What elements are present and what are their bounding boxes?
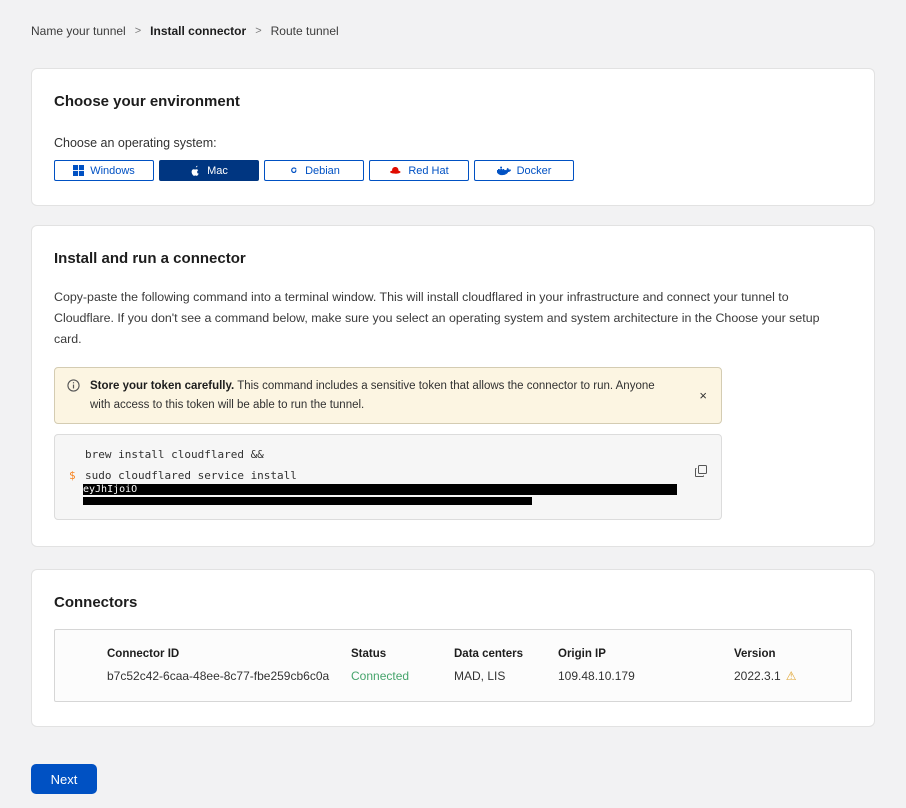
os-select-label: Choose an operating system: <box>54 136 852 150</box>
connectors-table: Connector ID Status Data centers Origin … <box>54 629 852 702</box>
install-card: Install and run a connector Copy-paste t… <box>31 225 875 547</box>
os-button-label: Debian <box>305 165 340 177</box>
breadcrumb-separator: > <box>135 25 141 37</box>
page: Name your tunnel > Install connector > R… <box>0 0 906 808</box>
connectors-card-title: Connectors <box>54 594 852 611</box>
cell-origin-ip: 109.48.10.179 <box>558 669 734 683</box>
header-status: Status <box>351 648 454 660</box>
status-badge: Connected <box>351 669 454 683</box>
breadcrumb: Name your tunnel > Install connector > R… <box>31 0 875 38</box>
redhat-icon <box>389 166 402 175</box>
windows-icon <box>73 165 84 176</box>
warning-text-bold: Store your token carefully. <box>90 380 234 392</box>
token-redacted-bar <box>83 497 532 505</box>
next-button[interactable]: Next <box>31 764 97 794</box>
cell-version: 2022.3.1 ⚠ <box>734 669 839 683</box>
code-line-1: brew install cloudflared && <box>69 447 687 462</box>
breadcrumb-separator: > <box>255 25 261 37</box>
code-line-2-text: sudo cloudflared service install <box>85 468 297 483</box>
apple-icon <box>190 164 201 177</box>
connectors-card: Connectors Connector ID Status Data cent… <box>31 569 875 727</box>
token-warning-banner: Store your token carefully. This command… <box>54 367 722 424</box>
os-button-label: Windows <box>90 165 135 177</box>
os-button-group: Windows Mac Debian Red Hat <box>54 160 852 181</box>
debian-icon <box>288 165 299 176</box>
code-line-2: $ sudo cloudflared service install <box>69 468 687 483</box>
header-data-centers: Data centers <box>454 648 558 660</box>
close-icon[interactable]: × <box>697 387 709 404</box>
environment-card-title: Choose your environment <box>54 93 852 110</box>
breadcrumb-step-install-connector: Install connector <box>150 24 246 38</box>
os-button-mac[interactable]: Mac <box>159 160 259 181</box>
header-origin-ip: Origin IP <box>558 648 734 660</box>
os-button-docker[interactable]: Docker <box>474 160 574 181</box>
os-button-redhat[interactable]: Red Hat <box>369 160 469 181</box>
cell-connector-id: b7c52c42-6caa-48ee-8c77-fbe259cb6c0a <box>107 669 351 683</box>
warning-text: Store your token carefully. This command… <box>90 377 675 414</box>
table-row: b7c52c42-6caa-48ee-8c77-fbe259cb6c0a Con… <box>55 660 851 701</box>
copy-icon[interactable] <box>693 463 709 482</box>
header-version: Version <box>734 648 839 660</box>
table-header-row: Connector ID Status Data centers Origin … <box>55 630 851 660</box>
install-command-code-block: brew install cloudflared && $ sudo cloud… <box>54 434 722 520</box>
warning-triangle-icon: ⚠ <box>786 670 797 682</box>
info-icon <box>67 379 80 397</box>
os-button-label: Mac <box>207 165 228 177</box>
environment-card: Choose your environment Choose an operat… <box>31 68 875 206</box>
cell-data-centers: MAD, LIS <box>454 669 558 683</box>
shell-prompt: $ <box>69 468 85 483</box>
os-button-label: Docker <box>517 165 552 177</box>
breadcrumb-step-route-tunnel: Route tunnel <box>271 24 339 38</box>
install-description: Copy-paste the following command into a … <box>54 287 849 350</box>
token-redacted-bar: eyJhIjoiO <box>83 484 677 495</box>
os-button-label: Red Hat <box>408 165 448 177</box>
header-connector-id: Connector ID <box>107 648 351 660</box>
os-button-windows[interactable]: Windows <box>54 160 154 181</box>
install-card-title: Install and run a connector <box>54 250 852 267</box>
docker-icon <box>497 166 511 176</box>
os-button-debian[interactable]: Debian <box>264 160 364 181</box>
breadcrumb-step-name-your-tunnel[interactable]: Name your tunnel <box>31 24 126 38</box>
version-text: 2022.3.1 <box>734 669 781 683</box>
